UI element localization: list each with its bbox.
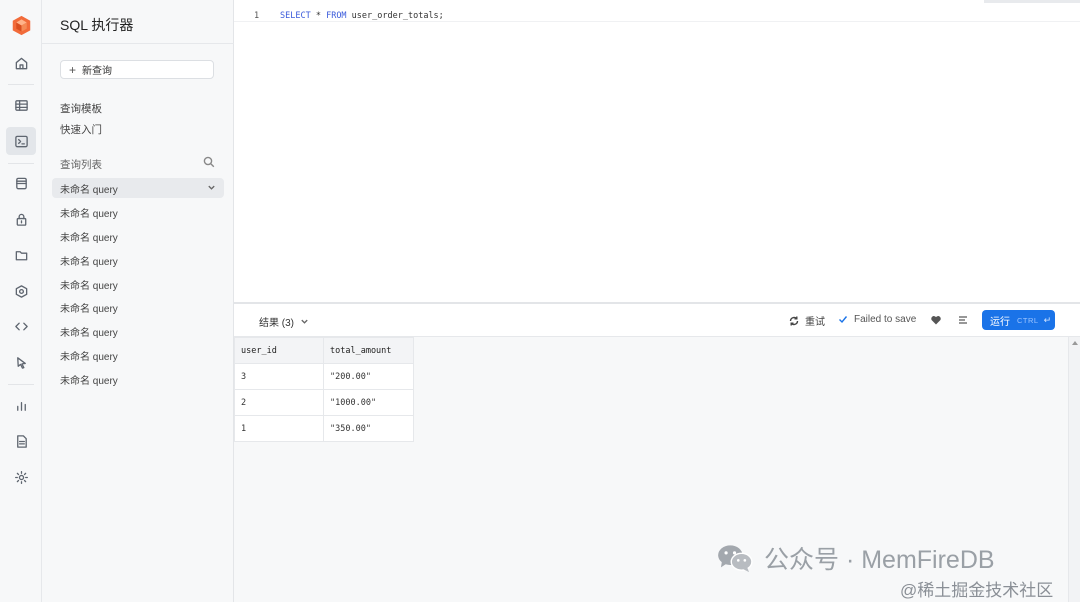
rail-divider <box>8 84 34 85</box>
table-header-row: user_id total_amount <box>234 337 414 364</box>
table-row: 3 "200.00" <box>234 363 414 390</box>
sql-sidebar: SQL 执行器 + 新查询 查询模板 快速入门 查询列表 未命名 query 未… <box>42 0 234 602</box>
table-cell[interactable]: 1 <box>234 415 324 442</box>
table-cell[interactable]: "200.00" <box>323 363 414 390</box>
home-icon[interactable] <box>10 52 32 74</box>
watermark-source: @稀土掘金技术社区 <box>900 581 1054 600</box>
settings-icon[interactable] <box>10 466 32 488</box>
table-icon[interactable] <box>10 94 32 116</box>
results-table: user_id total_amount 3 "200.00" 2 "1000.… <box>234 337 414 442</box>
chevron-down-icon <box>300 317 309 326</box>
format-icon[interactable] <box>957 314 969 326</box>
code-keyword: SELECT <box>280 11 311 21</box>
table-cell[interactable]: 3 <box>234 363 324 390</box>
watermark-text: 公众号 · MemFireDB <box>764 546 995 574</box>
query-list-item[interactable]: 未命名 query <box>52 226 224 246</box>
code-token: * <box>310 11 327 21</box>
query-item-label: 未命名 query <box>60 327 118 339</box>
api-code-icon[interactable] <box>10 315 32 337</box>
query-item-label: 未命名 query <box>60 303 118 315</box>
query-item-label: 未命名 query <box>60 208 118 220</box>
query-list-item[interactable]: 未命名 query <box>52 321 224 341</box>
code-token: user_order_totals; <box>346 11 444 21</box>
query-item-label: 未命名 query <box>60 351 118 363</box>
query-templates-link[interactable]: 查询模板 <box>60 101 102 116</box>
sidebar-header-divider <box>42 43 234 44</box>
run-label: 运行 <box>990 316 1010 328</box>
icon-rail <box>0 0 42 602</box>
rail-divider <box>8 384 34 385</box>
editor-tab-strip <box>984 0 1080 3</box>
query-list-item[interactable]: 未命名 query <box>52 202 224 222</box>
table-row: 2 "1000.00" <box>234 389 414 416</box>
code-keyword: FROM <box>326 11 347 21</box>
query-item-label: 未命名 query <box>60 375 118 387</box>
enter-icon: ↵ <box>1043 314 1052 325</box>
new-query-button[interactable]: + 新查询 <box>60 60 214 79</box>
retry-label: 重试 <box>805 317 825 328</box>
quickstart-link[interactable]: 快速入门 <box>60 122 102 137</box>
query-list-item[interactable]: 未命名 query <box>52 274 224 294</box>
sql-editor[interactable]: 1 SELECT * FROM user_order_totals; <box>234 0 1080 302</box>
query-item-label: 未命名 query <box>60 280 118 292</box>
functions-icon[interactable] <box>10 280 32 302</box>
code-line[interactable]: SELECT * FROM user_order_totals; <box>280 11 444 21</box>
watermark: 公众号 · MemFireDB <box>716 540 995 576</box>
realtime-icon[interactable] <box>10 351 32 373</box>
heart-icon[interactable] <box>930 314 942 326</box>
rail-divider <box>8 163 34 164</box>
sql-terminal-icon[interactable] <box>6 127 36 155</box>
query-list-item[interactable]: 未命名 query <box>52 297 224 317</box>
current-line-highlight <box>234 21 1080 22</box>
search-icon[interactable] <box>203 156 215 168</box>
storage-icon[interactable] <box>10 244 32 266</box>
query-list-item[interactable]: 未命名 query <box>52 345 224 365</box>
table-cell[interactable]: 2 <box>234 389 324 416</box>
run-shortcut: CTRL <box>1017 315 1039 325</box>
table-cell[interactable]: "350.00" <box>323 415 414 442</box>
query-item-label: 未命名 query <box>60 184 118 196</box>
results-scrollbar[interactable] <box>1068 337 1080 602</box>
scroll-up-icon[interactable] <box>1072 341 1078 345</box>
page-title: SQL 执行器 <box>60 17 134 33</box>
results-toolbar: 结果 (3) 重试 Failed to save 运行 CTRL ↵ <box>234 304 1080 337</box>
chevron-down-icon[interactable] <box>207 183 216 192</box>
table-cell[interactable]: "1000.00" <box>323 389 414 416</box>
retry-button[interactable]: 重试 <box>788 313 825 328</box>
save-status: Failed to save <box>837 313 916 325</box>
query-item-label: 未命名 query <box>60 256 118 268</box>
wechat-icon <box>718 545 753 573</box>
save-status-text: Failed to save <box>854 313 917 325</box>
column-header[interactable]: user_id <box>234 337 324 364</box>
line-number: 1 <box>254 11 260 21</box>
auth-lock-icon[interactable] <box>10 208 32 230</box>
check-icon <box>839 316 848 324</box>
results-tab-label: 结果 (3) <box>259 318 294 329</box>
query-list-item[interactable]: 未命名 query <box>52 369 224 389</box>
results-tab[interactable]: 结果 (3) <box>259 314 309 329</box>
new-query-label: 新查询 <box>82 66 113 77</box>
database-icon[interactable] <box>10 172 32 194</box>
table-row: 1 "350.00" <box>234 415 414 442</box>
query-list-item[interactable]: 未命名 query <box>52 178 224 198</box>
retry-icon <box>789 316 799 325</box>
run-button[interactable]: 运行 CTRL ↵ <box>982 310 1055 330</box>
logo-icon[interactable] <box>11 15 32 36</box>
logs-icon[interactable] <box>10 430 32 452</box>
query-list-item[interactable]: 未命名 query <box>52 250 224 270</box>
reports-icon[interactable] <box>10 394 32 416</box>
column-header[interactable]: total_amount <box>323 337 414 364</box>
query-list-header: 查询列表 <box>60 159 102 171</box>
query-item-label: 未命名 query <box>60 232 118 244</box>
plus-icon: + <box>69 62 77 77</box>
